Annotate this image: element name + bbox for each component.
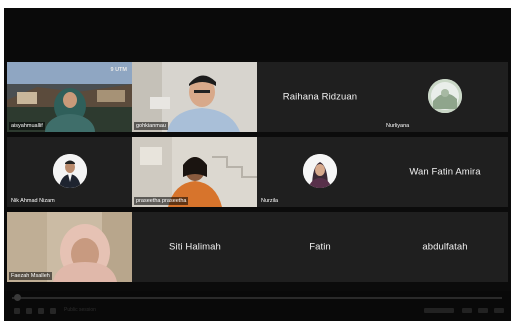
participant-name: Fatin (309, 241, 331, 253)
meeting-window: 9 UTM aisyahmuallif gohkianmau Raihana R… (4, 8, 511, 321)
gallery-grid: 9 UTM aisyahmuallif gohkianmau Raihana R… (7, 62, 508, 287)
participant-name-label: praseetha praseetha (134, 197, 189, 205)
participant-tile-gohkianmau[interactable]: gohkianmau (132, 62, 258, 132)
participant-name-label: Nurzila (261, 198, 279, 204)
fullscreen-icon[interactable] (494, 308, 504, 313)
participant-tile-fatin[interactable]: Fatin (257, 212, 383, 282)
participant-name-label: Nik Ahmad Nizam (11, 198, 55, 204)
participant-name: abdulfatah (422, 241, 468, 253)
participant-tile-abdulfatah[interactable]: abdulfatah (382, 212, 508, 282)
settings-icon[interactable] (462, 308, 472, 313)
participant-name-label: gohkianmau (134, 122, 168, 130)
captions-icon[interactable] (50, 308, 56, 314)
participant-tile-raihana-ridzuan[interactable]: Raihana Ridzuan (257, 62, 383, 132)
progress-bar[interactable] (12, 297, 502, 299)
participant-tile-wan-fatin-amira[interactable]: Wan Fatin Amira (382, 137, 508, 207)
participant-tile-praseetha[interactable]: praseetha praseetha (132, 137, 258, 207)
participant-name: Siti Halimah (169, 241, 221, 253)
progress-knob[interactable] (14, 294, 21, 301)
session-status-text: Public session (64, 307, 96, 313)
participant-name: Wan Fatin Amira (409, 166, 481, 178)
participant-name-label: Faezah Msalleh (9, 272, 52, 280)
top-bar (4, 8, 511, 60)
participant-tile-nurliyana[interactable]: Nurliyana (382, 62, 508, 132)
participant-name: Raihana Ridzuan (282, 91, 358, 103)
next-icon[interactable] (26, 308, 32, 314)
participant-tile-aisyahmuallif[interactable]: 9 UTM aisyahmuallif (7, 62, 133, 132)
participant-tile-nurzila[interactable]: Nurzila (257, 137, 383, 207)
play-icon[interactable] (14, 308, 20, 314)
participant-tile-siti-halimah[interactable]: Siti Halimah (132, 212, 258, 282)
participant-name-label: aisyahmuallif (9, 122, 45, 130)
avatar (53, 154, 87, 188)
avatar (428, 79, 462, 113)
participant-tile-faezah-msalleh[interactable]: Faezah Msalleh (7, 212, 133, 282)
background-watermark: 9 UTM (110, 67, 128, 73)
participant-name-label: Nurliyana (386, 123, 410, 129)
participant-tile-nik-ahmad-nizam[interactable]: Nik Ahmad Nizam (7, 137, 133, 207)
quality-control[interactable] (424, 308, 454, 313)
volume-icon[interactable] (38, 308, 44, 314)
player-controls-bar: Public session (4, 291, 511, 321)
avatar (303, 154, 337, 188)
theater-icon[interactable] (478, 308, 488, 313)
